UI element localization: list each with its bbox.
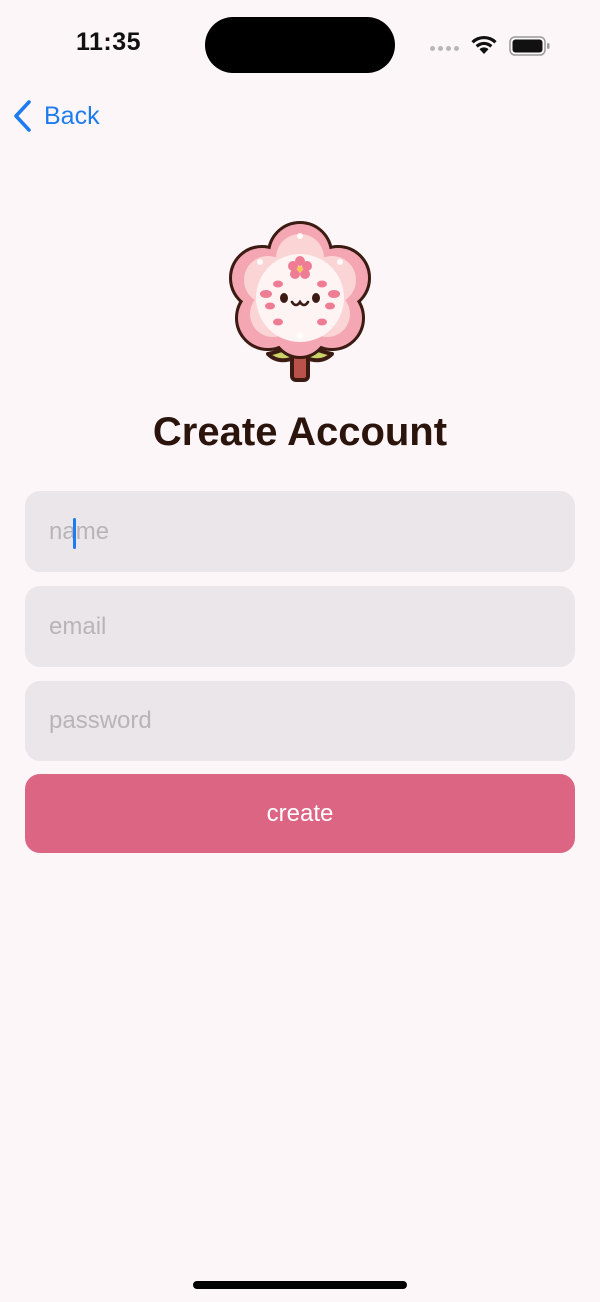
name-field[interactable]: [25, 491, 575, 572]
cherry-blossom-logo-icon: [229, 221, 371, 382]
password-input[interactable]: [25, 681, 575, 761]
text-cursor: [73, 518, 76, 549]
dynamic-island: [205, 17, 395, 73]
battery-icon: [509, 36, 550, 56]
home-indicator[interactable]: [193, 1281, 407, 1289]
status-bar: 11:35: [0, 0, 600, 90]
password-field[interactable]: [25, 681, 575, 761]
chevron-left-icon: [14, 100, 31, 132]
signal-dots-icon: [430, 46, 459, 51]
create-button[interactable]: create: [25, 774, 575, 853]
back-label: Back: [44, 101, 100, 130]
page-title: Create Account: [152, 410, 448, 454]
wifi-icon: [471, 35, 497, 54]
email-field[interactable]: [25, 586, 575, 667]
back-button[interactable]: Back: [12, 98, 100, 134]
status-time: 11:35: [76, 28, 142, 56]
email-input[interactable]: [25, 586, 575, 667]
name-input[interactable]: [25, 491, 575, 572]
